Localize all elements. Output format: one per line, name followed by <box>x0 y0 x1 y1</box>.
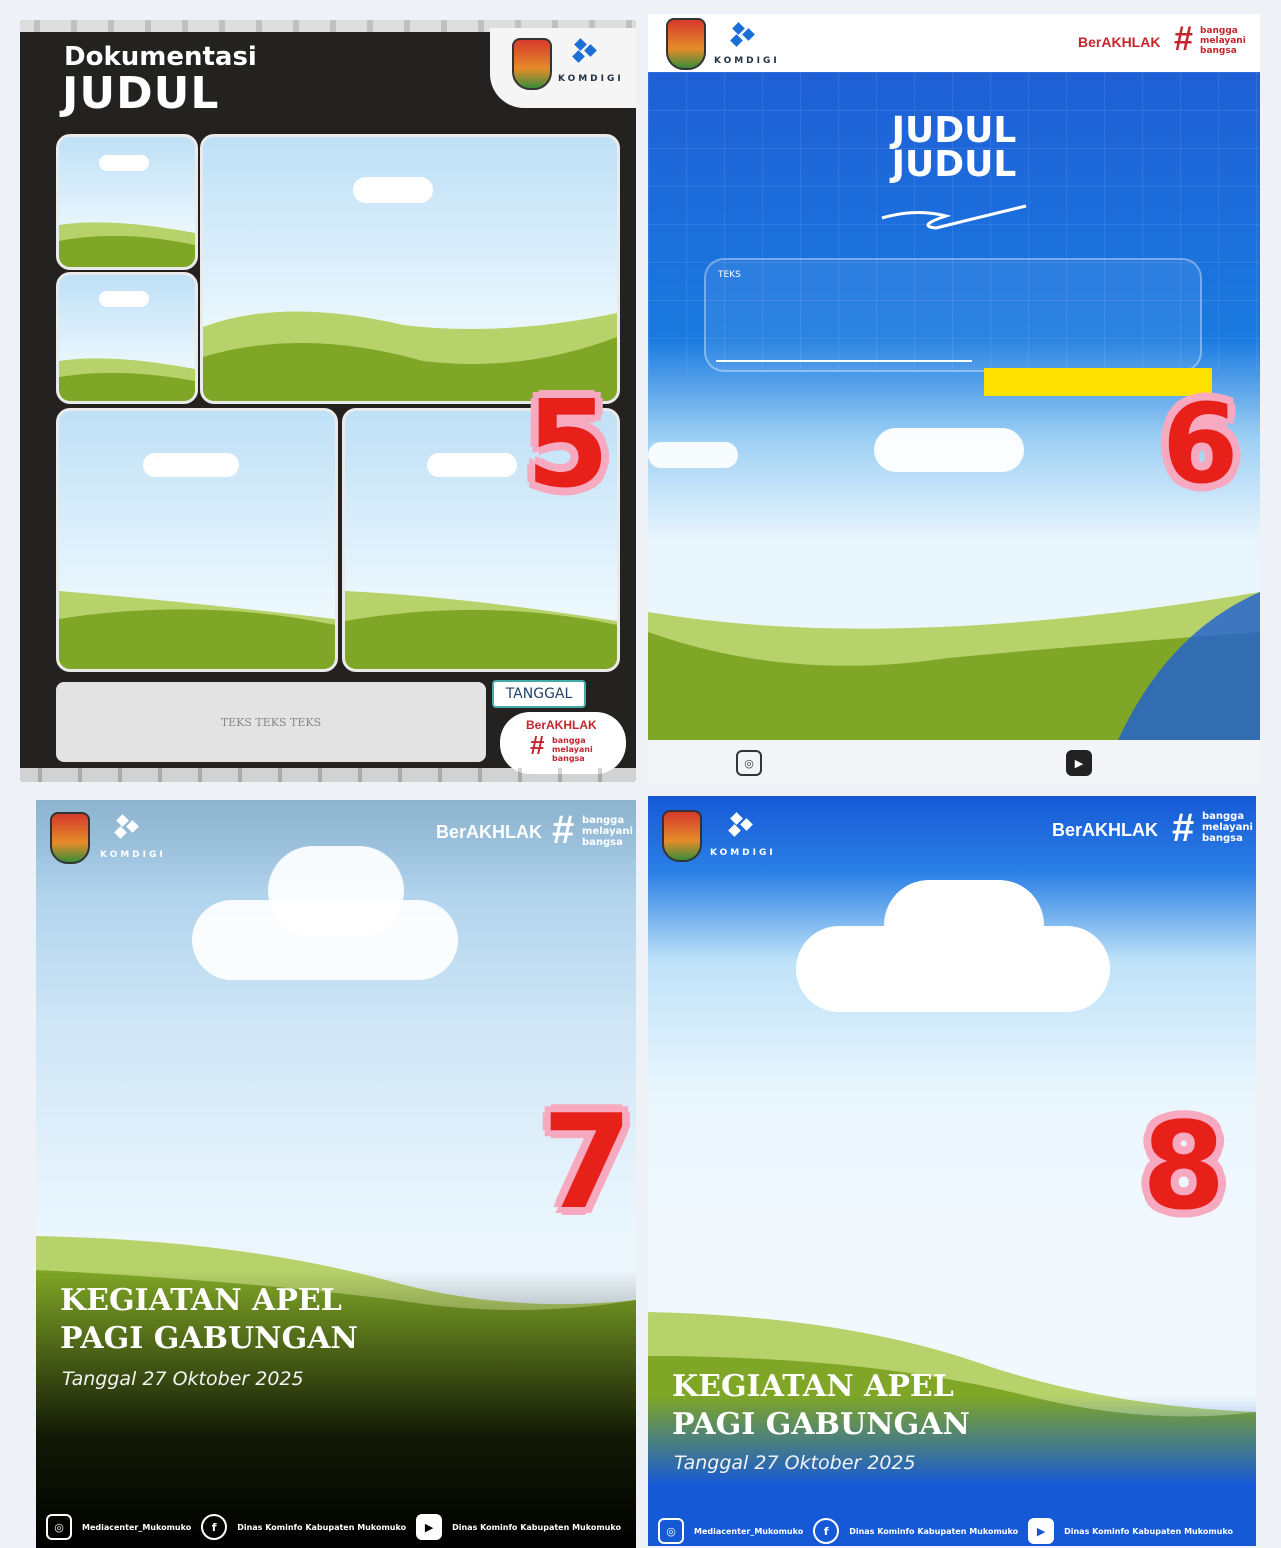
youtube-icon[interactable]: ▶ <box>1066 750 1092 776</box>
instagram-icon[interactable]: ◎ <box>658 1518 684 1544</box>
event-title-1: KEGIATAN APEL <box>672 1369 954 1404</box>
event-title-2: PAGI GABUNGAN <box>672 1407 970 1442</box>
event-date: Tanggal 27 Oktober 2025 <box>62 1368 304 1390</box>
komdigi-logo <box>568 38 602 70</box>
regency-logo <box>512 38 552 90</box>
berakhlak-badge: BerAKHLAK # bangga melayani bangsa <box>500 712 626 774</box>
torn-edge-bottom <box>20 768 636 782</box>
date-label[interactable]: TANGGAL <box>492 680 586 708</box>
social-bar: ◎ ▶ <box>648 740 1260 784</box>
photo-slot-4[interactable] <box>56 408 338 672</box>
logo-panel: KOMDIGI <box>490 28 636 108</box>
blue-panel: JUDUL JUDUL TEKS 6 <box>648 72 1260 740</box>
header-bar: KOMDIGI BerAKHLAK # bangga melayani bang… <box>648 14 1260 72</box>
event-title-2: PAGI GABUNGAN <box>60 1321 358 1356</box>
footer-social: ◎ Mediacenter_Mukomuko f Dinas Kominfo Kab… <box>658 1518 1233 1544</box>
regency-logo <box>666 18 706 70</box>
instagram-icon[interactable]: ◎ <box>46 1514 72 1540</box>
photo-slot-3[interactable] <box>200 134 620 404</box>
template-5[interactable]: Dokumentasi JUDUL KOMDIGI 5 TEKS TEKS TE… <box>20 20 636 782</box>
template-7[interactable]: KOMDIGI BerAKHLAK # bangga melayani bang… <box>36 800 636 1548</box>
facebook-icon[interactable]: f <box>813 1518 840 1544</box>
text-box[interactable]: TEKS TEKS TEKS <box>56 682 486 762</box>
photo-slot-2[interactable] <box>56 272 198 404</box>
footer-social: ◎ Mediacenter_Mukomuko f Dinas Kominfo Kab… <box>46 1514 621 1540</box>
komdigi-logo <box>726 22 760 54</box>
text-box-label: TEKS TEKS TEKS <box>220 715 322 729</box>
youtube-icon[interactable]: ▶ <box>416 1514 443 1540</box>
photo-slot-1[interactable] <box>56 134 198 270</box>
template-number: 6 <box>1162 380 1239 508</box>
hashtag-icon: # <box>1174 20 1193 58</box>
event-date: Tanggal 27 Oktober 2025 <box>674 1452 916 1474</box>
template-6[interactable]: KOMDIGI BerAKHLAK # bangga melayani bang… <box>648 14 1260 784</box>
instagram-icon[interactable]: ◎ <box>736 750 762 776</box>
template-number: 5 <box>526 376 610 515</box>
title-big: JUDUL <box>62 68 220 119</box>
youtube-icon[interactable]: ▶ <box>1028 1518 1055 1544</box>
berakhlak-text: BerAKHLAK <box>1078 34 1161 50</box>
facebook-icon[interactable]: f <box>201 1514 228 1540</box>
komdigi-text: KOMDIGI <box>558 74 624 84</box>
event-title-1: KEGIATAN APEL <box>60 1283 342 1318</box>
hills <box>59 222 195 267</box>
template-8[interactable]: KOMDIGI BerAKHLAK # bangga melayani bang… <box>648 796 1256 1546</box>
